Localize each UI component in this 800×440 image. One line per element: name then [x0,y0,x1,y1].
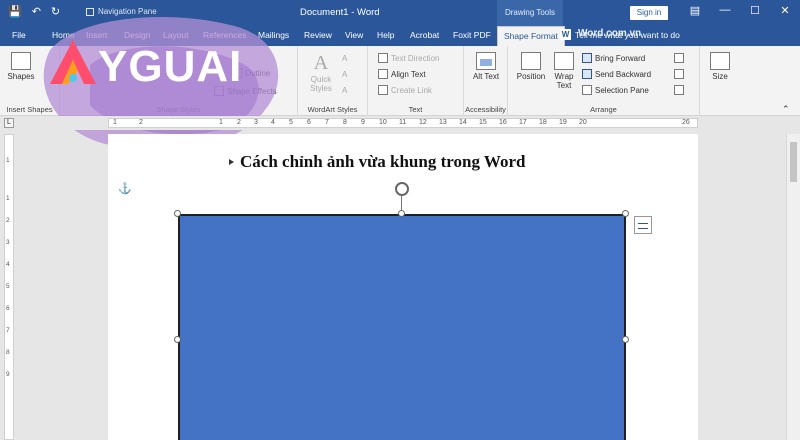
group-size: Size [700,46,740,116]
navigation-pane-toggle[interactable]: Navigation Pane [86,7,157,16]
selected-rectangle-shape[interactable] [178,214,626,440]
group-objects-icon[interactable] [674,69,684,79]
tab-layout[interactable]: Layout [163,30,189,40]
watermark-overlay-text: Word.com.vn [578,28,642,39]
tab-view[interactable]: View [345,30,363,40]
logo-triangle-icon [50,40,96,84]
group-arrange: Position Wrap Text Bring Forward Send Ba… [508,46,700,116]
bring-forward-icon [582,53,592,63]
checkbox-icon [86,7,94,16]
selection-pane-icon [582,85,592,95]
minimize-icon[interactable]: — [710,4,740,17]
document-heading[interactable]: Cách chỉnh ảnh vừa khung trong Word [240,152,525,172]
watermark-logo-text: YGUAI [98,42,243,91]
tab-stop-selector[interactable]: L [4,118,14,128]
align-objects-icon[interactable] [674,53,684,63]
tab-shape-format[interactable]: Shape Format [497,26,565,46]
alt-text-button[interactable]: Alt Text [472,52,500,81]
tab-design[interactable]: Design [124,30,150,40]
word-logo-icon: W [560,29,571,40]
position-button[interactable]: Position [514,52,548,81]
paragraph-collapse-icon[interactable] [229,159,234,165]
wrap-text-button[interactable]: Wrap Text [550,52,578,90]
group-accessibility: Alt Text Accessibility [464,46,508,116]
quick-access-toolbar: 💾 ↶ ↻ [8,5,60,18]
drawing-tools-context-label: Drawing Tools [497,0,563,26]
create-link-button[interactable]: Create Link [378,85,432,95]
send-backward-button[interactable]: Send Backward [582,69,651,79]
horizontal-ruler[interactable]: 1 2 1 2 3 4 5 6 7 8 9 10 11 12 13 14 15 … [108,118,698,128]
title-bar: 💾 ↶ ↻ Navigation Pane Document1 - Word D… [0,0,800,26]
window-controls: ▤ — ☐ ✕ [680,4,800,17]
vertical-ruler[interactable]: 1 1 2 3 4 5 6 7 8 9 [4,134,14,440]
size-icon [710,52,730,70]
align-text-button[interactable]: Align Text [378,69,426,79]
shapes-icon [11,52,31,70]
quick-styles-button[interactable]: A Quick Styles [304,52,338,93]
shapes-button[interactable]: Shapes [6,52,36,81]
size-button[interactable]: Size [706,52,734,81]
resize-handle-top-right[interactable] [622,210,629,217]
maximize-icon[interactable]: ☐ [740,4,770,17]
sign-in-button[interactable]: Sign in [630,6,668,20]
send-backward-icon [582,69,592,79]
text-effects-icon[interactable]: A [342,86,347,95]
save-icon[interactable]: 💾 [8,5,22,18]
tab-references[interactable]: References [203,30,246,40]
align-text-icon [378,69,388,79]
collapse-ribbon-icon[interactable]: ⌃ [782,104,790,115]
tab-acrobat[interactable]: Acrobat [410,30,439,40]
group-wordart-styles: A Quick Styles A A A WordArt Styles [298,46,368,116]
position-icon [521,52,541,70]
vertical-scrollbar[interactable] [786,134,800,440]
tab-review[interactable]: Review [304,30,332,40]
link-icon [378,85,388,95]
wordart-a-icon: A [313,52,329,74]
close-icon[interactable]: ✕ [770,4,800,17]
redo-icon[interactable]: ↻ [51,5,60,18]
tab-help[interactable]: Help [377,30,394,40]
tab-file[interactable]: File [12,30,26,40]
layout-options-icon[interactable] [634,216,652,234]
text-fill-icon[interactable]: A [342,54,347,63]
resize-handle-top[interactable] [398,210,405,217]
text-outline-icon[interactable]: A [342,70,347,79]
tab-foxit-pdf[interactable]: Foxit PDF [453,30,491,40]
undo-icon[interactable]: ↶ [32,5,41,18]
bring-forward-button[interactable]: Bring Forward [582,53,645,63]
resize-handle-right[interactable] [622,336,629,343]
selection-pane-button[interactable]: Selection Pane [582,85,649,95]
text-direction-button[interactable]: Text Direction [378,53,439,63]
rotate-objects-icon[interactable] [674,85,684,95]
ribbon-display-options-icon[interactable]: ▤ [680,4,710,17]
anchor-icon: ⚓ [118,183,132,195]
group-text: Text Direction Align Text Create Link Te… [368,46,464,116]
document-title: Document1 - Word [300,7,380,18]
rotate-handle-icon[interactable] [395,182,409,196]
text-direction-icon [378,53,388,63]
wrap-text-icon [554,52,574,70]
alt-text-icon [476,52,496,70]
tab-mailings[interactable]: Mailings [258,30,289,40]
resize-handle-left[interactable] [174,336,181,343]
resize-handle-top-left[interactable] [174,210,181,217]
scrollbar-thumb[interactable] [790,142,797,182]
